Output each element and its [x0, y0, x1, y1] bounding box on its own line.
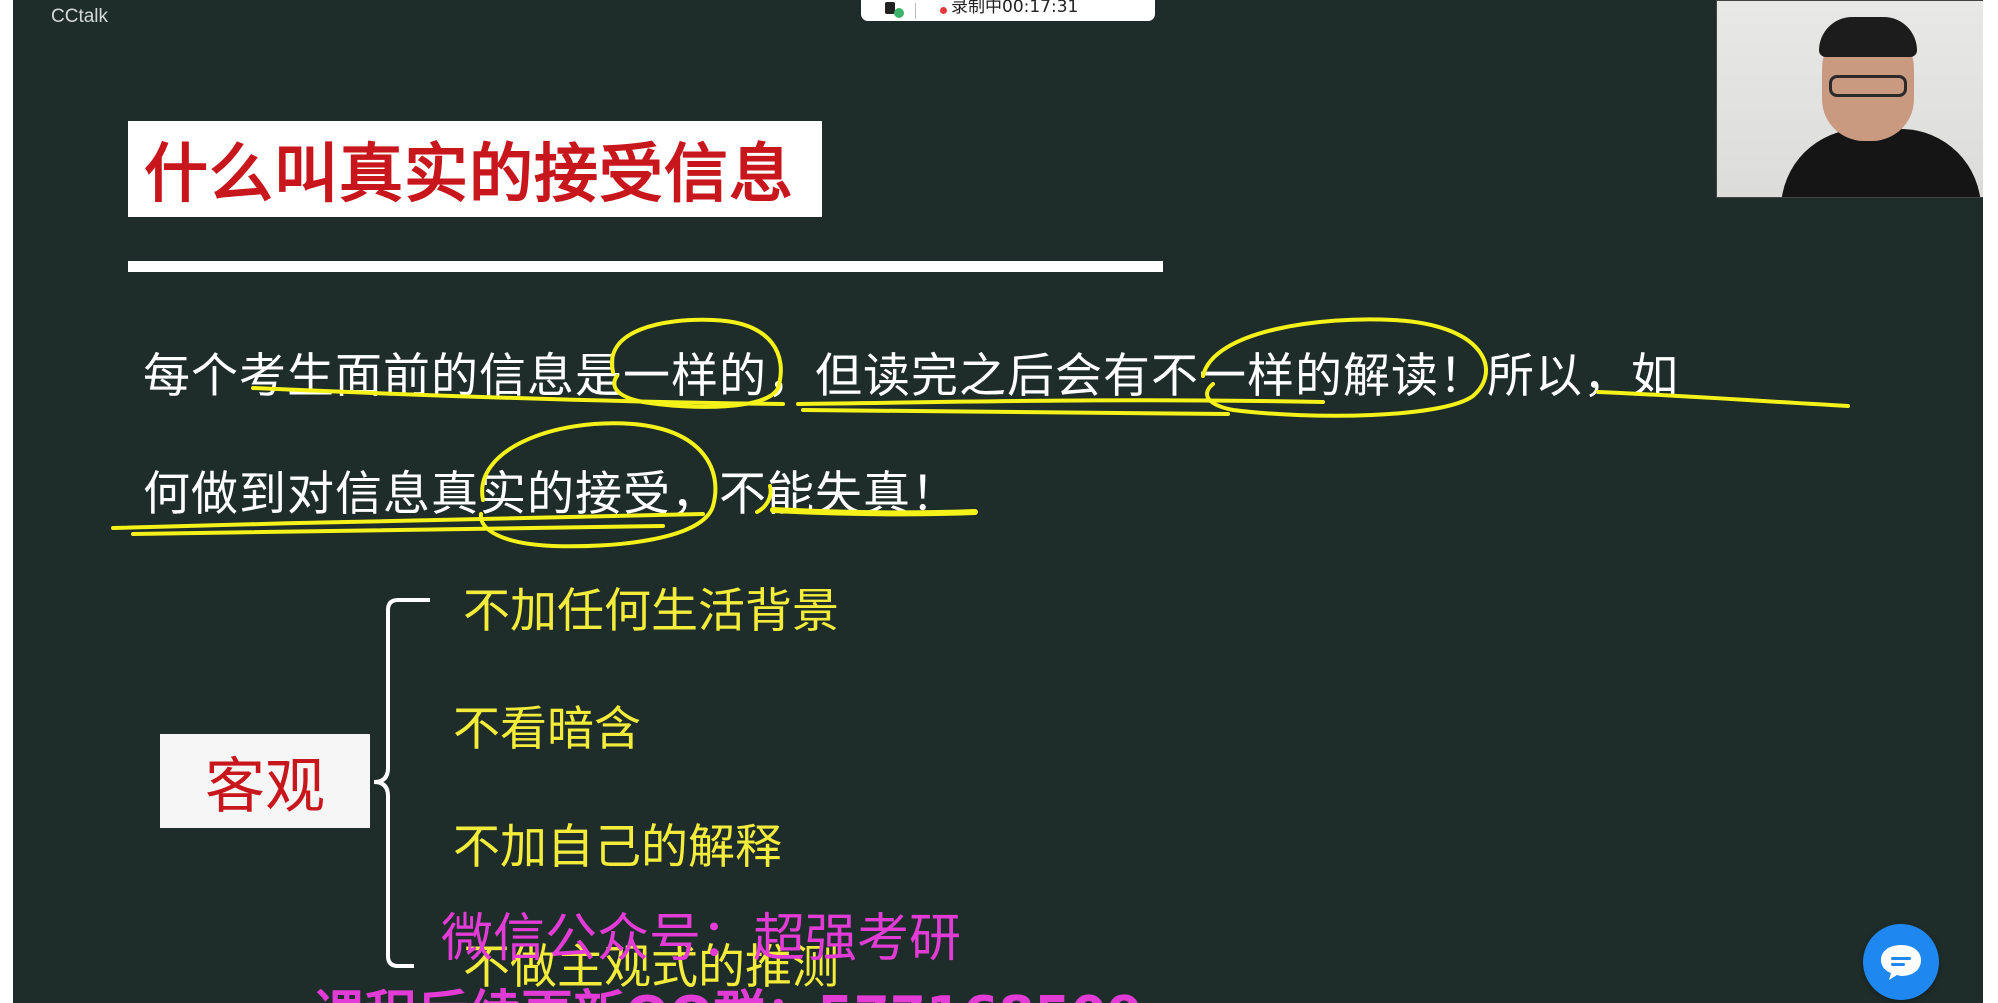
chat-button[interactable]	[1863, 924, 1939, 1000]
slide-title: 什么叫真实的接受信息	[144, 138, 794, 212]
branch-item: 不看暗含	[453, 702, 641, 757]
keyword-label: 客观	[205, 751, 325, 822]
presenter-glasses	[1829, 75, 1907, 97]
title-divider	[128, 261, 1163, 272]
paragraph-line-2: 何做到对信息真实的接受，不能失真！	[143, 467, 959, 522]
slide-stage: CCtalk 录制中00:17:31 什么叫真实的接受信息 每个考生面前的信息是…	[13, 0, 1983, 1003]
app-label: CCtalk	[51, 6, 109, 27]
chat-bubble-icon	[1881, 945, 1921, 980]
branch-item: 不加任何生活背景	[463, 584, 839, 639]
recording-dot-icon	[940, 7, 947, 14]
slide-title-box: 什么叫真实的接受信息	[128, 121, 822, 217]
watermark-line-2: 课程后续更新QQ群：577168509	[313, 973, 1143, 1003]
recording-indicator[interactable]: 录制中00:17:31	[861, 0, 1155, 21]
divider	[915, 2, 916, 19]
microphone-icon[interactable]	[883, 1, 905, 20]
app-window: CCtalk 录制中00:17:31 什么叫真实的接受信息 每个考生面前的信息是…	[0, 0, 1998, 1003]
recording-timer: 录制中00:17:31	[951, 0, 1079, 17]
presenter-hair	[1819, 17, 1917, 57]
webcam-video[interactable]	[1716, 0, 1983, 198]
paragraph-line-1: 每个考生面前的信息是一样的，但读完之后会有不一样的解读！所以，如	[143, 349, 1679, 404]
branch-item: 不加自己的解释	[453, 820, 782, 875]
watermark-line-1: 微信公众号：超强考研	[441, 909, 962, 969]
keyword-box: 客观	[160, 734, 370, 828]
mindmap-bracket	[373, 598, 430, 968]
